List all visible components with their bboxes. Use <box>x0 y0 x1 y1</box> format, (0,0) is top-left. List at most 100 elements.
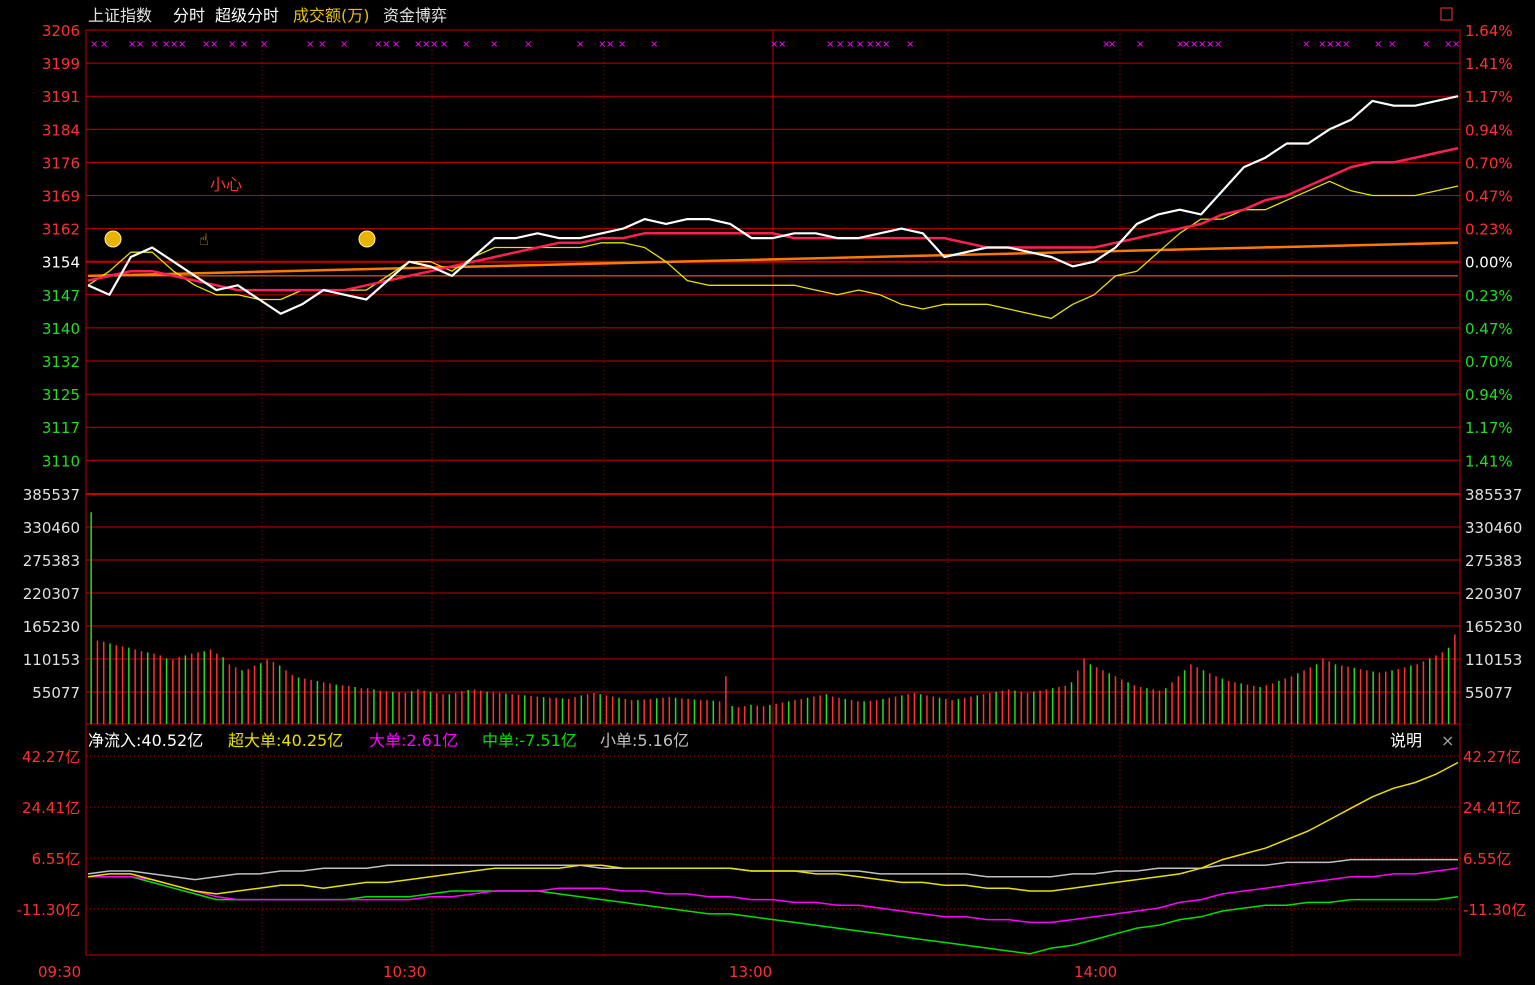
pct-tick-label: 0.47% <box>1465 188 1513 206</box>
signal-marker: × <box>1108 39 1116 50</box>
signal-marker: × <box>826 39 834 50</box>
help-button[interactable]: 说明 <box>1390 731 1422 750</box>
volume-tick-label-right: 55077 <box>1465 684 1513 702</box>
pct-tick-label: 0.94% <box>1465 386 1513 404</box>
flow-tick-label-right: 24.41亿 <box>1463 799 1521 817</box>
flow-tick-label: 6.55亿 <box>32 850 80 868</box>
pct-tick-label: 0.70% <box>1465 154 1513 172</box>
signal-marker: × <box>576 39 584 50</box>
pct-tick-label: 0.47% <box>1465 320 1513 338</box>
signal-marker: × <box>882 39 890 50</box>
signal-marker: × <box>1388 39 1396 50</box>
signal-marker: × <box>778 39 786 50</box>
signal-marker: × <box>650 39 658 50</box>
price-tick-label: 3169 <box>42 188 80 206</box>
signal-marker: × <box>150 39 158 50</box>
volume-tick-label-right: 330460 <box>1465 519 1522 537</box>
price-tick-label: 3140 <box>42 320 80 338</box>
money-bag-icon <box>104 230 122 248</box>
signal-marker: × <box>618 39 626 50</box>
time-tick-label: 09:30 <box>38 963 81 981</box>
time-tick-label: 14:00 <box>1074 963 1117 981</box>
flow-tick-label: 24.41亿 <box>22 799 80 817</box>
maximize-icon[interactable] <box>1440 7 1453 21</box>
pct-tick-label: 0.00% <box>1465 254 1513 272</box>
signal-marker: × <box>100 39 108 50</box>
price-tick-label: 3154 <box>42 254 80 272</box>
legend-medium: 中单:-7.51亿 <box>482 731 577 750</box>
signal-marker: × <box>490 39 498 50</box>
price-tick-label: 3162 <box>42 221 80 239</box>
pct-tick-label: 1.17% <box>1465 419 1513 437</box>
flow-tick-label: -11.30亿 <box>17 901 80 919</box>
price-tick-label: 3125 <box>42 386 80 404</box>
price-tick-label: 3147 <box>42 287 80 305</box>
tab-3[interactable]: 成交额(万) <box>293 6 370 25</box>
volume-tick-label-right: 275383 <box>1465 552 1522 570</box>
legend-net-inflow: 净流入:40.52亿 <box>88 731 203 750</box>
time-tick-label: 13:00 <box>729 963 772 981</box>
tab-0[interactable]: 上证指数 <box>88 6 152 25</box>
signal-marker: × <box>836 39 844 50</box>
signal-marker: × <box>1452 39 1460 50</box>
volume-tick-label-right: 110153 <box>1465 651 1522 669</box>
signal-marker: × <box>606 39 614 50</box>
signal-marker: × <box>856 39 864 50</box>
close-icon[interactable]: × <box>1441 731 1454 750</box>
volume-tick-label: 330460 <box>23 519 80 537</box>
signal-marker: × <box>260 39 268 50</box>
signal-marker: × <box>210 39 218 50</box>
signal-marker: × <box>392 39 400 50</box>
warning-hand-icon: ☝ <box>199 230 209 249</box>
pct-tick-label: 0.23% <box>1465 221 1513 239</box>
price-tick-label: 3176 <box>42 154 80 172</box>
volume-tick-label: 165230 <box>23 618 80 636</box>
signal-marker: × <box>906 39 914 50</box>
signal-marker: × <box>306 39 314 50</box>
legend-super-large: 超大单:40.25亿 <box>228 731 343 750</box>
annotation-label: 小心 <box>210 175 242 194</box>
signal-marker: × <box>524 39 532 50</box>
signal-marker: × <box>136 39 144 50</box>
signal-marker: × <box>1214 39 1222 50</box>
tab-2[interactable]: 超级分时 <box>215 6 279 25</box>
signal-marker: × <box>318 39 326 50</box>
price-tick-label: 3184 <box>42 121 80 139</box>
volume-tick-label: 110153 <box>23 651 80 669</box>
legend-small: 小单:5.16亿 <box>600 731 689 750</box>
signal-marker: × <box>462 39 470 50</box>
pct-tick-label: 0.23% <box>1465 287 1513 305</box>
volume-tick-label-right: 385537 <box>1465 486 1522 504</box>
chart-canvas[interactable]: 上证指数 分时 超级分时 成交额(万) 资金博弈 3206 1.64% 3199 1.41% 31… <box>0 0 1535 985</box>
signal-marker: × <box>1374 39 1382 50</box>
price-tick-label: 3132 <box>42 353 80 371</box>
signal-marker: × <box>1302 39 1310 50</box>
volume-tick-label: 275383 <box>23 552 80 570</box>
signal-marker: × <box>430 39 438 50</box>
price-tick-label: 3110 <box>42 452 80 470</box>
tab-1[interactable]: 分时 <box>173 6 205 25</box>
signal-marker: × <box>382 39 390 50</box>
price-tick-label: 3199 <box>42 55 80 73</box>
flow-tick-label-right: 42.27亿 <box>1463 748 1521 766</box>
signal-marker: × <box>178 39 186 50</box>
signal-marker: × <box>440 39 448 50</box>
legend-large: 大单:2.61亿 <box>369 731 458 750</box>
signal-marker: × <box>846 39 854 50</box>
signal-marker: × <box>1342 39 1350 50</box>
volume-tick-label: 55077 <box>32 684 80 702</box>
flow-tick-label-right: 6.55亿 <box>1463 850 1511 868</box>
signal-marker: × <box>228 39 236 50</box>
time-tick-label: 10:30 <box>383 963 426 981</box>
price-tick-label: 3206 <box>42 22 80 40</box>
pct-tick-label: 1.41% <box>1465 452 1513 470</box>
flow-tick-label-right: -11.30亿 <box>1463 901 1526 919</box>
volume-tick-label-right: 165230 <box>1465 618 1522 636</box>
money-bag-icon <box>358 230 376 248</box>
volume-tick-label: 220307 <box>23 585 80 603</box>
signal-marker: × <box>340 39 348 50</box>
price-tick-label: 3191 <box>42 88 80 106</box>
pct-tick-label: 0.94% <box>1465 121 1513 139</box>
signal-marker: × <box>1136 39 1144 50</box>
tab-4[interactable]: 资金博弈 <box>383 6 447 25</box>
